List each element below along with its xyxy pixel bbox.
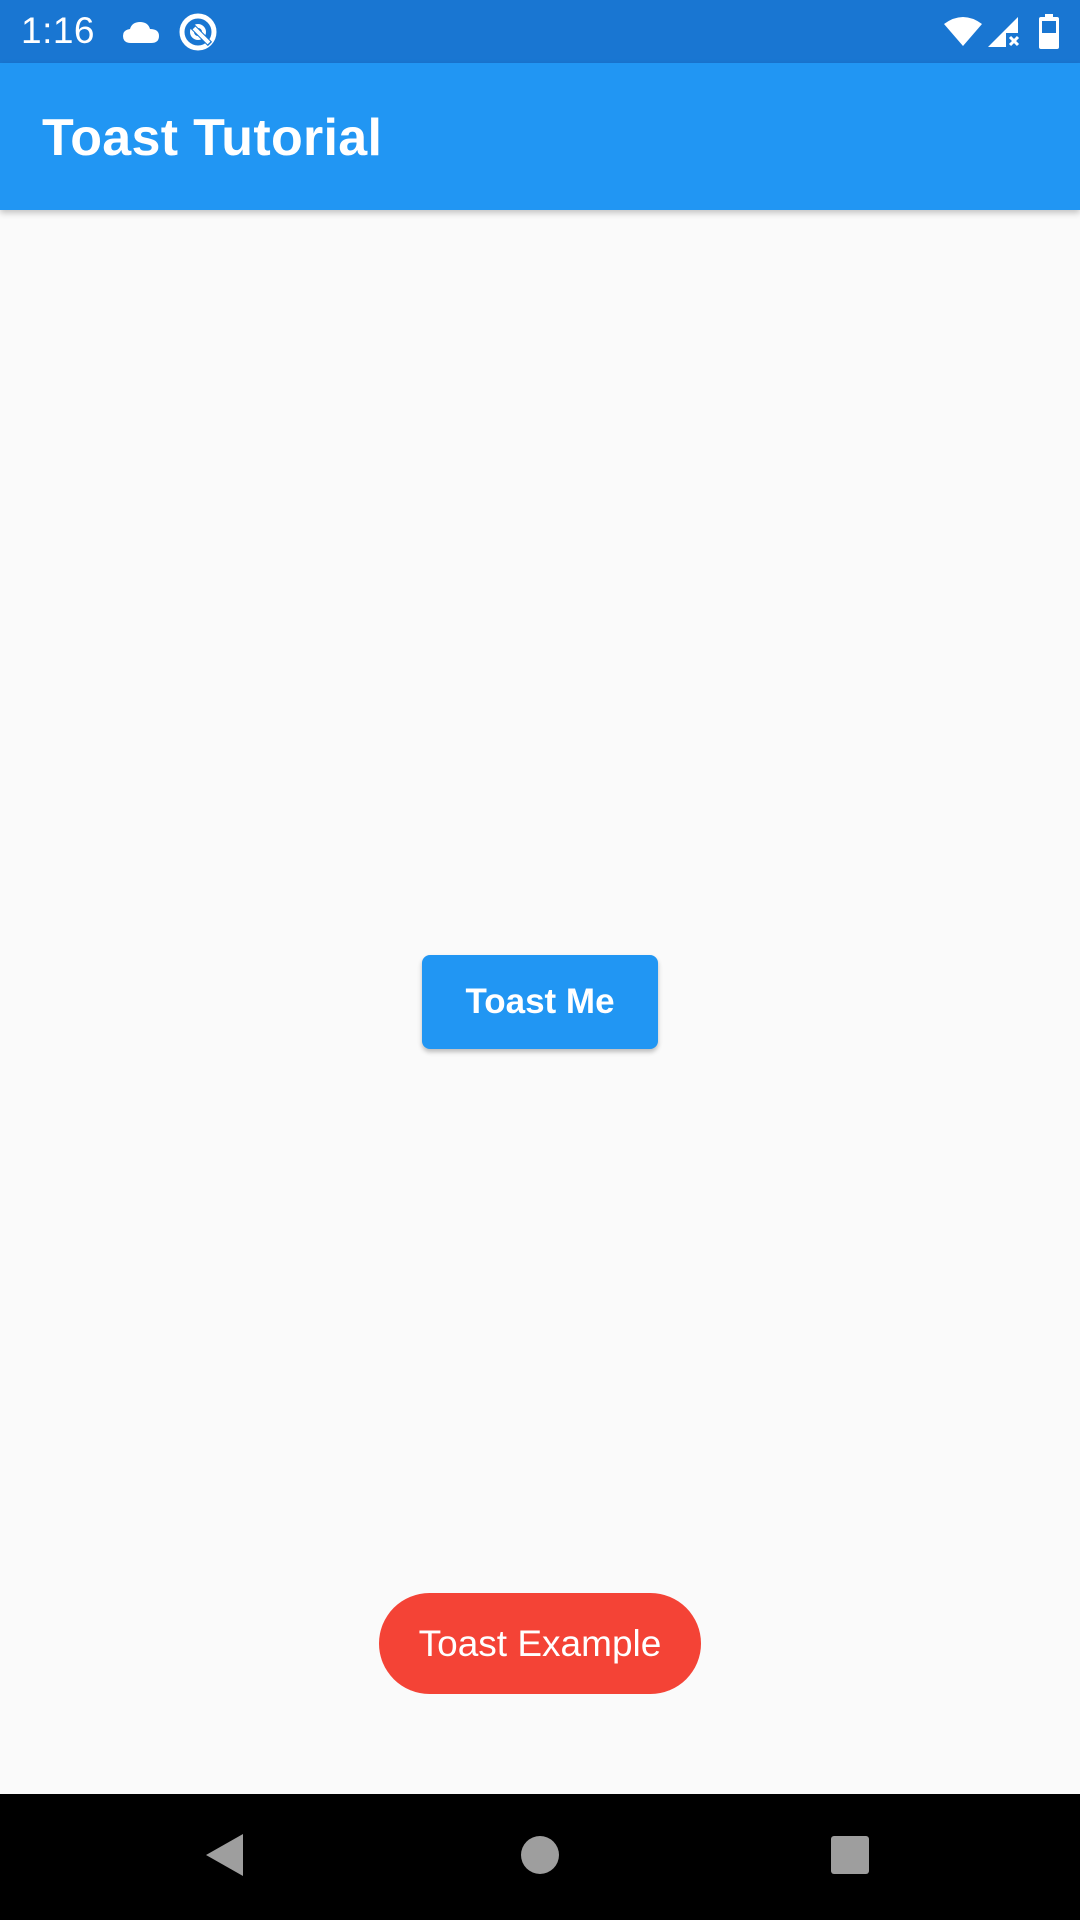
toast-me-button[interactable]: Toast Me [422, 955, 658, 1049]
sync-icon [177, 0, 219, 63]
app-title: Toast Tutorial [42, 109, 383, 167]
wifi-icon [942, 0, 984, 63]
back-icon [203, 1832, 247, 1883]
navigation-bar [0, 1794, 1080, 1920]
recents-icon [830, 1835, 870, 1880]
battery-icon [1036, 0, 1062, 63]
home-button[interactable] [480, 1794, 600, 1920]
status-time: 1:16 [21, 10, 96, 51]
app-screen: 1:16 Toast Tutorial Toast Me Toast Examp… [0, 0, 1080, 1920]
recents-button[interactable] [790, 1794, 910, 1920]
app-bar: Toast Tutorial [0, 63, 1080, 210]
back-button[interactable] [165, 1794, 285, 1920]
toast-message: Toast Example [379, 1593, 701, 1694]
home-icon [520, 1835, 560, 1880]
cloud-icon [120, 0, 162, 63]
status-bar: 1:16 [0, 0, 1080, 63]
cell-signal-icon [985, 0, 1023, 63]
